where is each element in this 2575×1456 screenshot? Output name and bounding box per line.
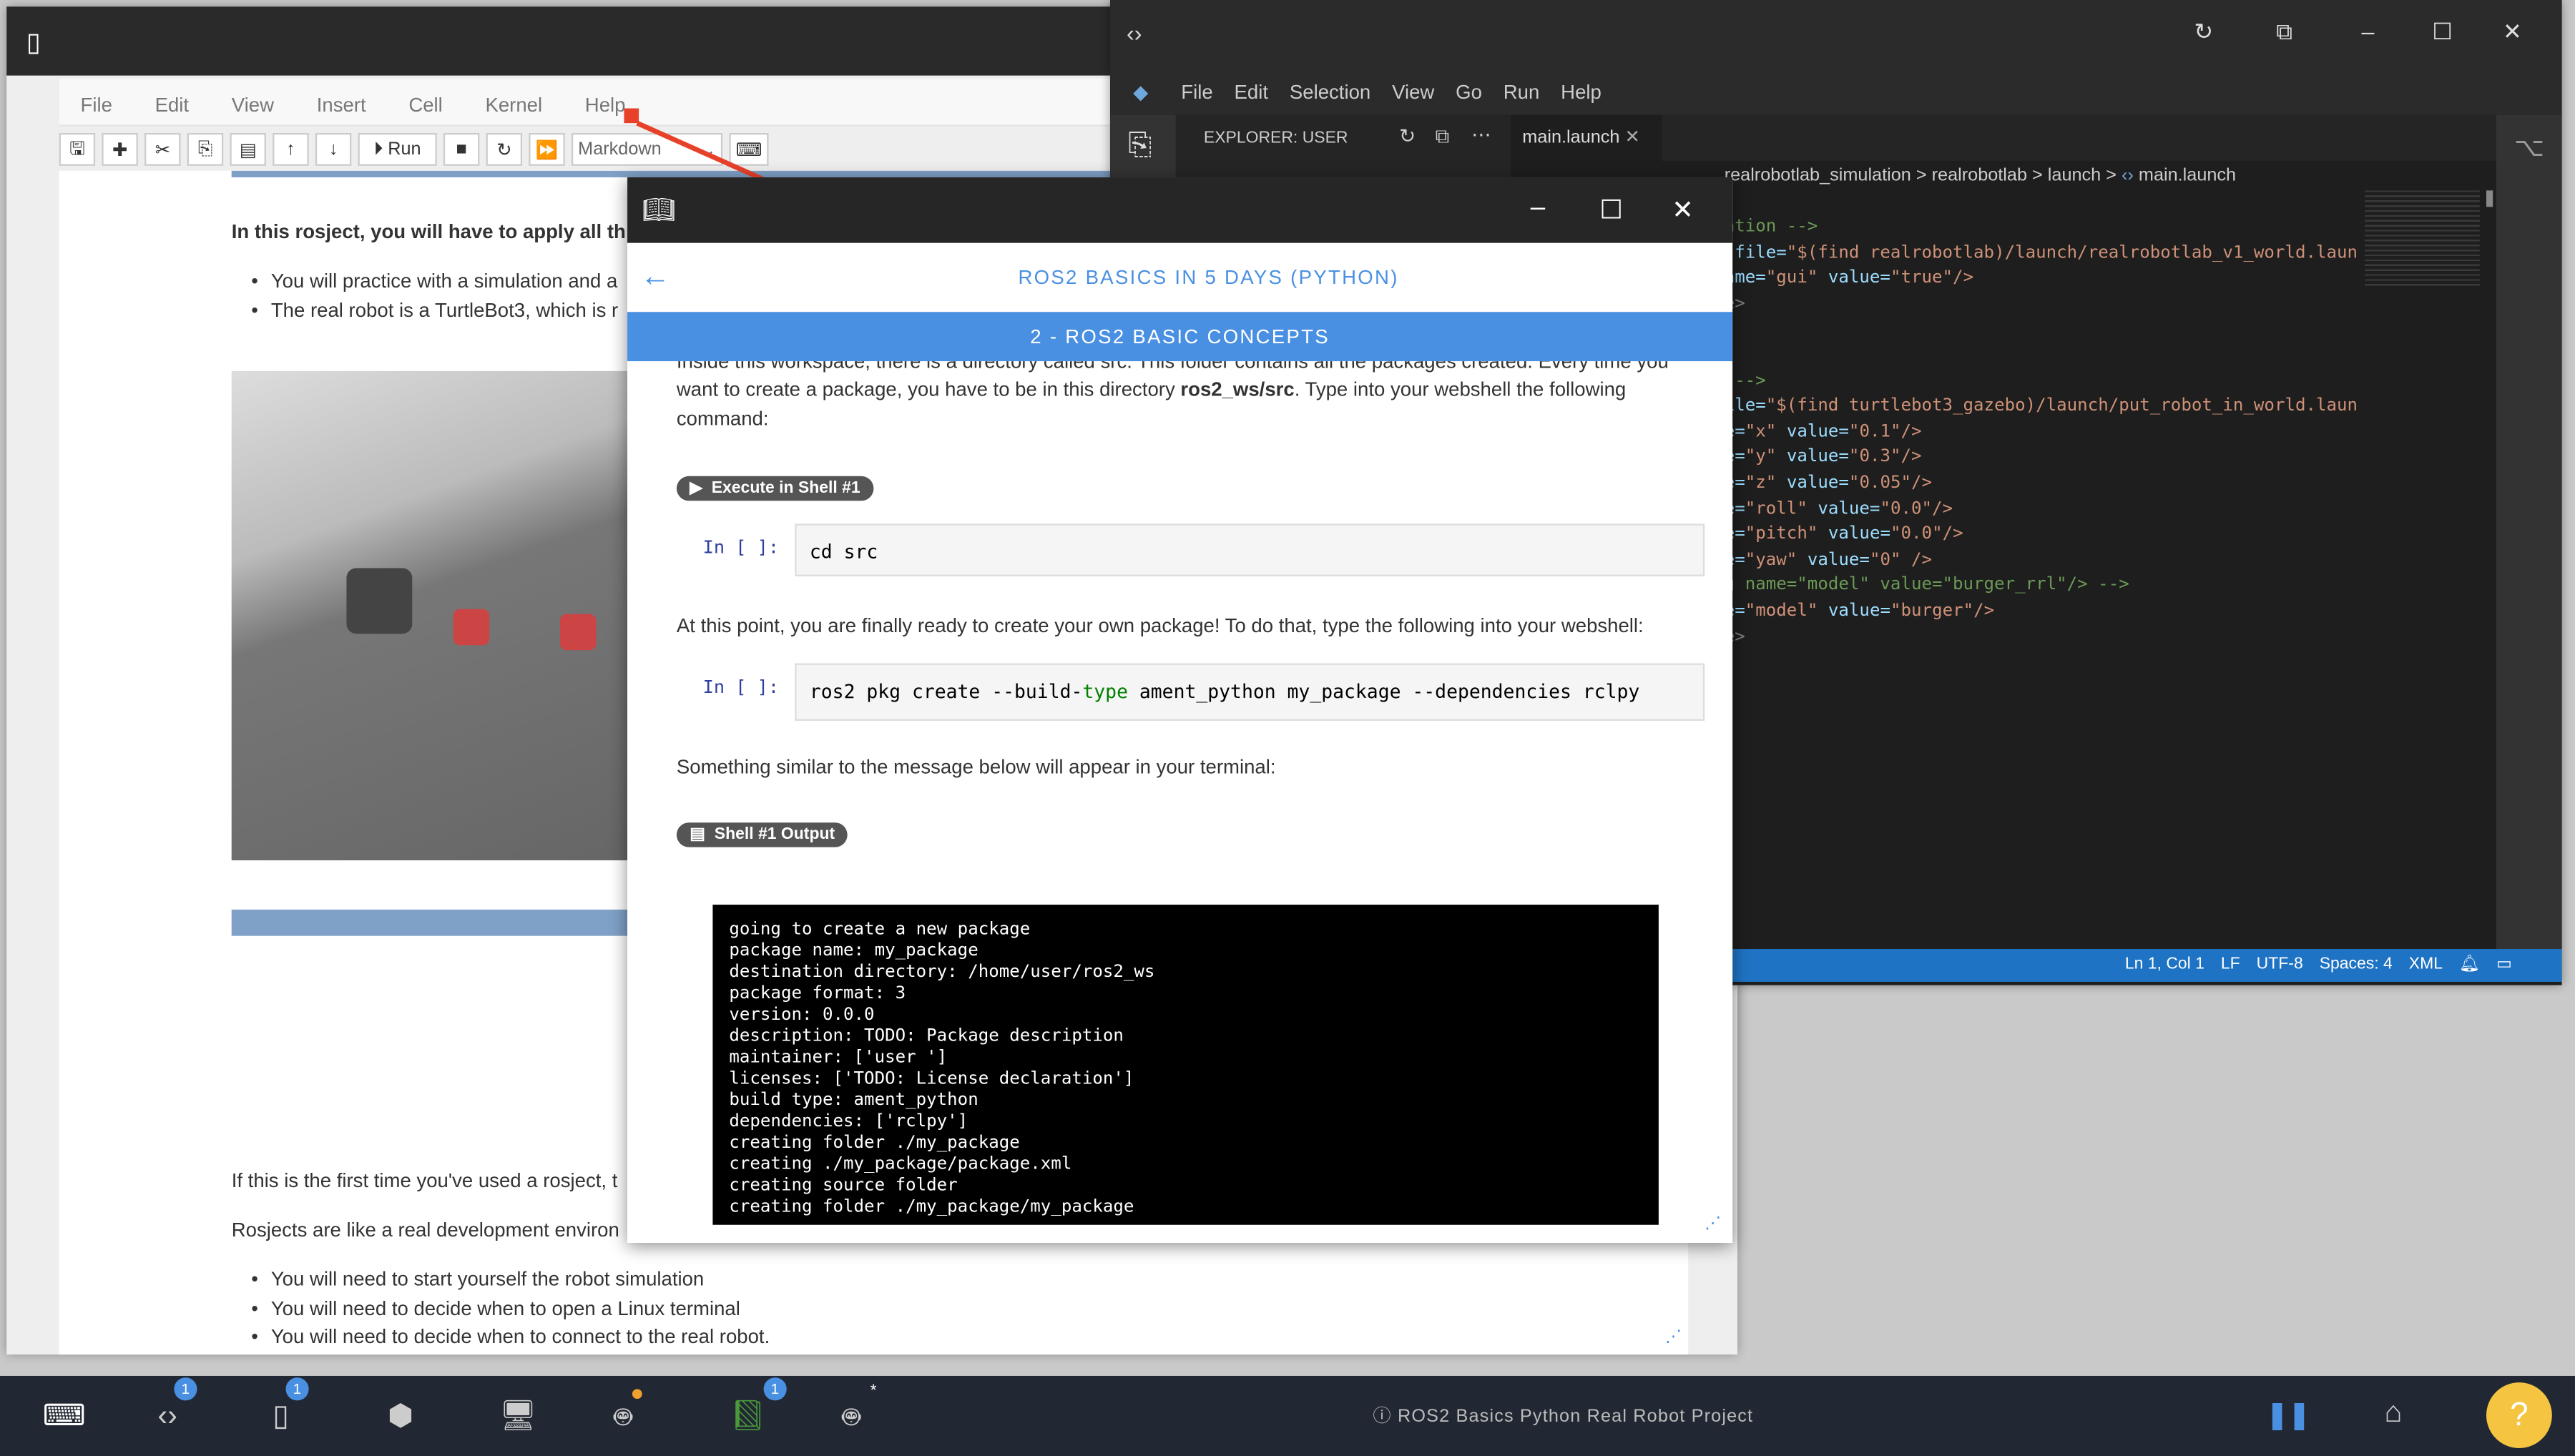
label-text: Shell #1 Output xyxy=(714,825,835,845)
paragraph: command: xyxy=(676,407,769,431)
notification-badge: 1 xyxy=(174,1377,197,1401)
cell-prompt: In [ ]: xyxy=(702,676,780,698)
taskbar: ⌨ ‹› 1 ▯ 1 ⬢ 🖥︎ 🤖︎ 📗︎ 1 🤖︎ * ⓘ ROS2 Basics P… xyxy=(0,1375,2575,1456)
text: ros2_ws/src xyxy=(1180,378,1295,401)
dialog-titlebar: 📖︎ – ☐ ✕ xyxy=(627,177,1733,243)
cell-prompt: In [ ]: xyxy=(702,536,780,559)
terminal-output: going to create a new package package na… xyxy=(712,905,1659,1225)
asterisk-icon: * xyxy=(870,1382,877,1401)
chapter-title: 2 - ROS2 BASIC CONCEPTS xyxy=(627,312,1733,362)
execute-in-shell-button[interactable]: ▶ Execute in Shell #1 xyxy=(676,476,874,501)
robot-app-icon[interactable]: 🤖︎ xyxy=(614,1389,642,1440)
course-title: ROS2 BASICS IN 5 DAYS (PYTHON) xyxy=(1018,265,1399,290)
desktop: ▯ File Edit View Insert Cell Kernel Help… xyxy=(0,0,2575,1456)
notebook-app-icon[interactable]: ▯ 1 xyxy=(273,1377,309,1433)
book-icon: 📖︎ xyxy=(642,197,676,225)
course-header: ← ROS2 BASICS IN 5 DAYS (PYTHON) xyxy=(627,242,1733,313)
course-notebook-window: 📖︎ – ☐ ✕ ← ROS2 BASICS IN 5 DAYS (PYTHON… xyxy=(627,177,1733,1243)
terminal-app-icon[interactable]: ⌨ xyxy=(43,1399,86,1433)
course-book-icon[interactable]: 📗︎ 1 xyxy=(729,1377,787,1433)
resize-handle[interactable]: ⋰ xyxy=(1705,1215,1721,1233)
code-keyword: type xyxy=(1082,679,1128,703)
close-button[interactable]: ✕ xyxy=(1672,194,1694,227)
course-content[interactable]: Inside this workspace, there is a direct… xyxy=(627,361,1732,1243)
paragraph: Something similar to the message below w… xyxy=(676,755,1276,779)
status-dot xyxy=(632,1389,642,1400)
code-text: ros2 pkg create --build- xyxy=(809,679,1083,703)
arrow-start-marker xyxy=(624,108,639,124)
info-icon: ⓘ xyxy=(1373,1407,1392,1427)
notification-badge: 1 xyxy=(763,1377,787,1401)
help-button[interactable]: ? xyxy=(2486,1382,2552,1448)
code-cell[interactable]: cd src xyxy=(795,523,1705,576)
home-button[interactable]: ⌂ xyxy=(2385,1396,2403,1430)
maximize-button[interactable]: ☐ xyxy=(1599,194,1623,227)
paragraph: Inside this workspace, there is a direct… xyxy=(676,361,1669,373)
ide-app-icon[interactable]: ‹› 1 xyxy=(157,1377,197,1433)
button-label: Execute in Shell #1 xyxy=(711,479,860,498)
project-name: ⓘ ROS2 Basics Python Real Robot Project xyxy=(1373,1402,1753,1429)
code-text: ament_python my_package --dependencies r… xyxy=(1127,679,1640,703)
paragraph: At this point, you are finally ready to … xyxy=(676,614,1644,637)
graphical-tools-icon[interactable]: 🖥︎ xyxy=(499,1399,536,1433)
notification-badge: 1 xyxy=(285,1377,309,1401)
paragraph: want to create a package, you have to be… xyxy=(677,378,1626,400)
pause-button[interactable]: ❚❚ xyxy=(2266,1399,2310,1432)
real-robot-icon[interactable]: 🤖︎ * xyxy=(843,1382,877,1440)
code-cell[interactable]: ros2 pkg create --build-type ament_pytho… xyxy=(795,663,1705,721)
shell-output-label: ▤ Shell #1 Output xyxy=(676,822,848,847)
project-label: ROS2 Basics Python Real Robot Project xyxy=(1397,1407,1754,1427)
text: . Type into your webshell the following xyxy=(1294,378,1627,401)
back-arrow-icon[interactable]: ← xyxy=(640,260,670,294)
text: want to create a package, you have to be… xyxy=(676,378,1181,401)
minimize-button[interactable]: – xyxy=(1531,194,1545,223)
gazebo-app-icon[interactable]: ⬢ xyxy=(388,1399,413,1433)
